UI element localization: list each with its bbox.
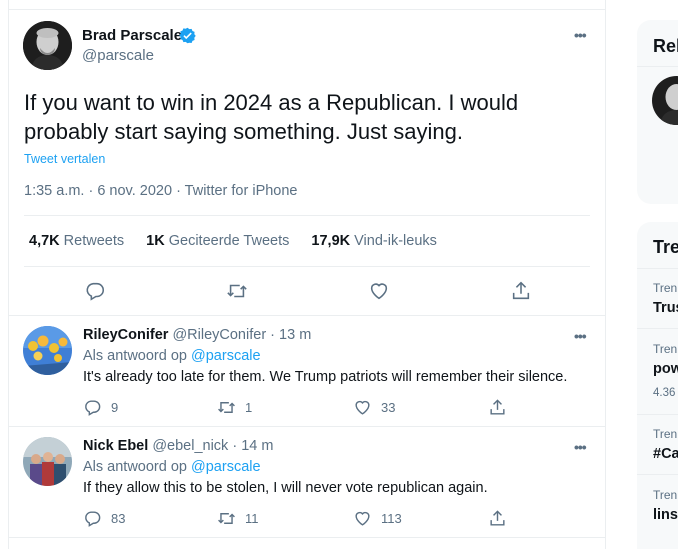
reply-icon[interactable] (84, 280, 106, 302)
reply-author[interactable]: Nick Ebel @ebel_nick · 14 m (83, 438, 273, 454)
divider (9, 537, 605, 538)
share-icon[interactable] (510, 280, 532, 302)
divider (24, 215, 590, 216)
divider (637, 268, 678, 269)
verified-badge-icon (179, 27, 196, 44)
trend-count: 4.36 (653, 387, 676, 399)
mention-link[interactable]: @parscale (191, 348, 261, 364)
likes-stat[interactable]: 17,9K Vind-ik-leuks (311, 233, 436, 249)
tweet-column: Brad Parscale @parscale ••• If you want … (8, 0, 606, 549)
divider (24, 266, 590, 267)
retweet-icon[interactable] (226, 280, 248, 302)
reply-avatar[interactable] (23, 326, 72, 375)
reply-author[interactable]: RileyConifer @RileyConifer · 13 m (83, 327, 311, 343)
retweet-button[interactable]: 11 (217, 508, 259, 528)
divider (637, 474, 678, 475)
divider (637, 328, 678, 329)
trends-card: Tre Tren Trus Tren pow 4.36 Tren #Ca Tre… (637, 222, 678, 549)
reply-text: It's already too late for them. We Trump… (83, 369, 568, 385)
trend-label: Tren (653, 281, 678, 295)
reply-tweet[interactable]: RileyConifer @RileyConifer · 13 m ••• Al… (9, 315, 606, 426)
mention-link[interactable]: @parscale (191, 459, 261, 475)
relevant-title: Rel (653, 36, 678, 56)
reply-to-line: Als antwoord op @parscale (83, 348, 261, 364)
retweets-stat[interactable]: 4,7K Retweets (29, 233, 124, 249)
like-button[interactable]: 113 (353, 508, 402, 528)
reply-button[interactable]: 83 (83, 508, 125, 528)
reply-avatar[interactable] (23, 437, 72, 486)
retweet-button[interactable]: 1 (217, 397, 252, 417)
more-icon[interactable]: ••• (574, 328, 587, 344)
share-button[interactable] (488, 508, 516, 528)
heart-icon[interactable] (368, 280, 390, 302)
trend-topic: Trus (653, 300, 678, 316)
more-icon[interactable]: ••• (574, 27, 587, 43)
trend-label: Tren (653, 488, 678, 502)
reply-tweet[interactable]: Nick Ebel @ebel_nick · 14 m ••• Als antw… (9, 426, 606, 537)
author-handle[interactable]: @parscale (82, 47, 154, 64)
like-button[interactable]: 33 (353, 397, 395, 417)
author-name[interactable]: Brad Parscale (82, 27, 182, 44)
tweet-timestamp[interactable]: 1:35 a.m. · 6 nov. 2020 · Twitter for iP… (24, 183, 298, 199)
top-divider (9, 9, 605, 10)
trend-topic: lins (653, 507, 678, 523)
translate-tweet-link[interactable]: Tweet vertalen (24, 152, 105, 166)
trend-label: Tren (653, 342, 678, 356)
relevant-avatar[interactable] (652, 76, 678, 125)
trend-topic: #Ca (653, 446, 678, 462)
tweet-text: If you want to win in 2024 as a Republic… (24, 90, 519, 144)
trend-topic: pow (653, 361, 678, 377)
reply-button[interactable]: 9 (83, 397, 118, 417)
divider (637, 66, 678, 67)
author-avatar[interactable] (23, 21, 72, 70)
tweet-stats: 4,7K Retweets 1K Geciteerde Tweets 17,9K… (29, 233, 455, 249)
reply-to-line: Als antwoord op @parscale (83, 459, 261, 475)
relevant-people-card: Rel (637, 20, 678, 204)
quotes-stat[interactable]: 1K Geciteerde Tweets (146, 233, 289, 249)
trend-label: Tren (653, 427, 678, 441)
trends-title: Tre (653, 237, 678, 257)
more-icon[interactable]: ••• (574, 439, 587, 455)
share-button[interactable] (488, 397, 516, 417)
reply-text: If they allow this to be stolen, I will … (83, 480, 488, 496)
divider (637, 414, 678, 415)
